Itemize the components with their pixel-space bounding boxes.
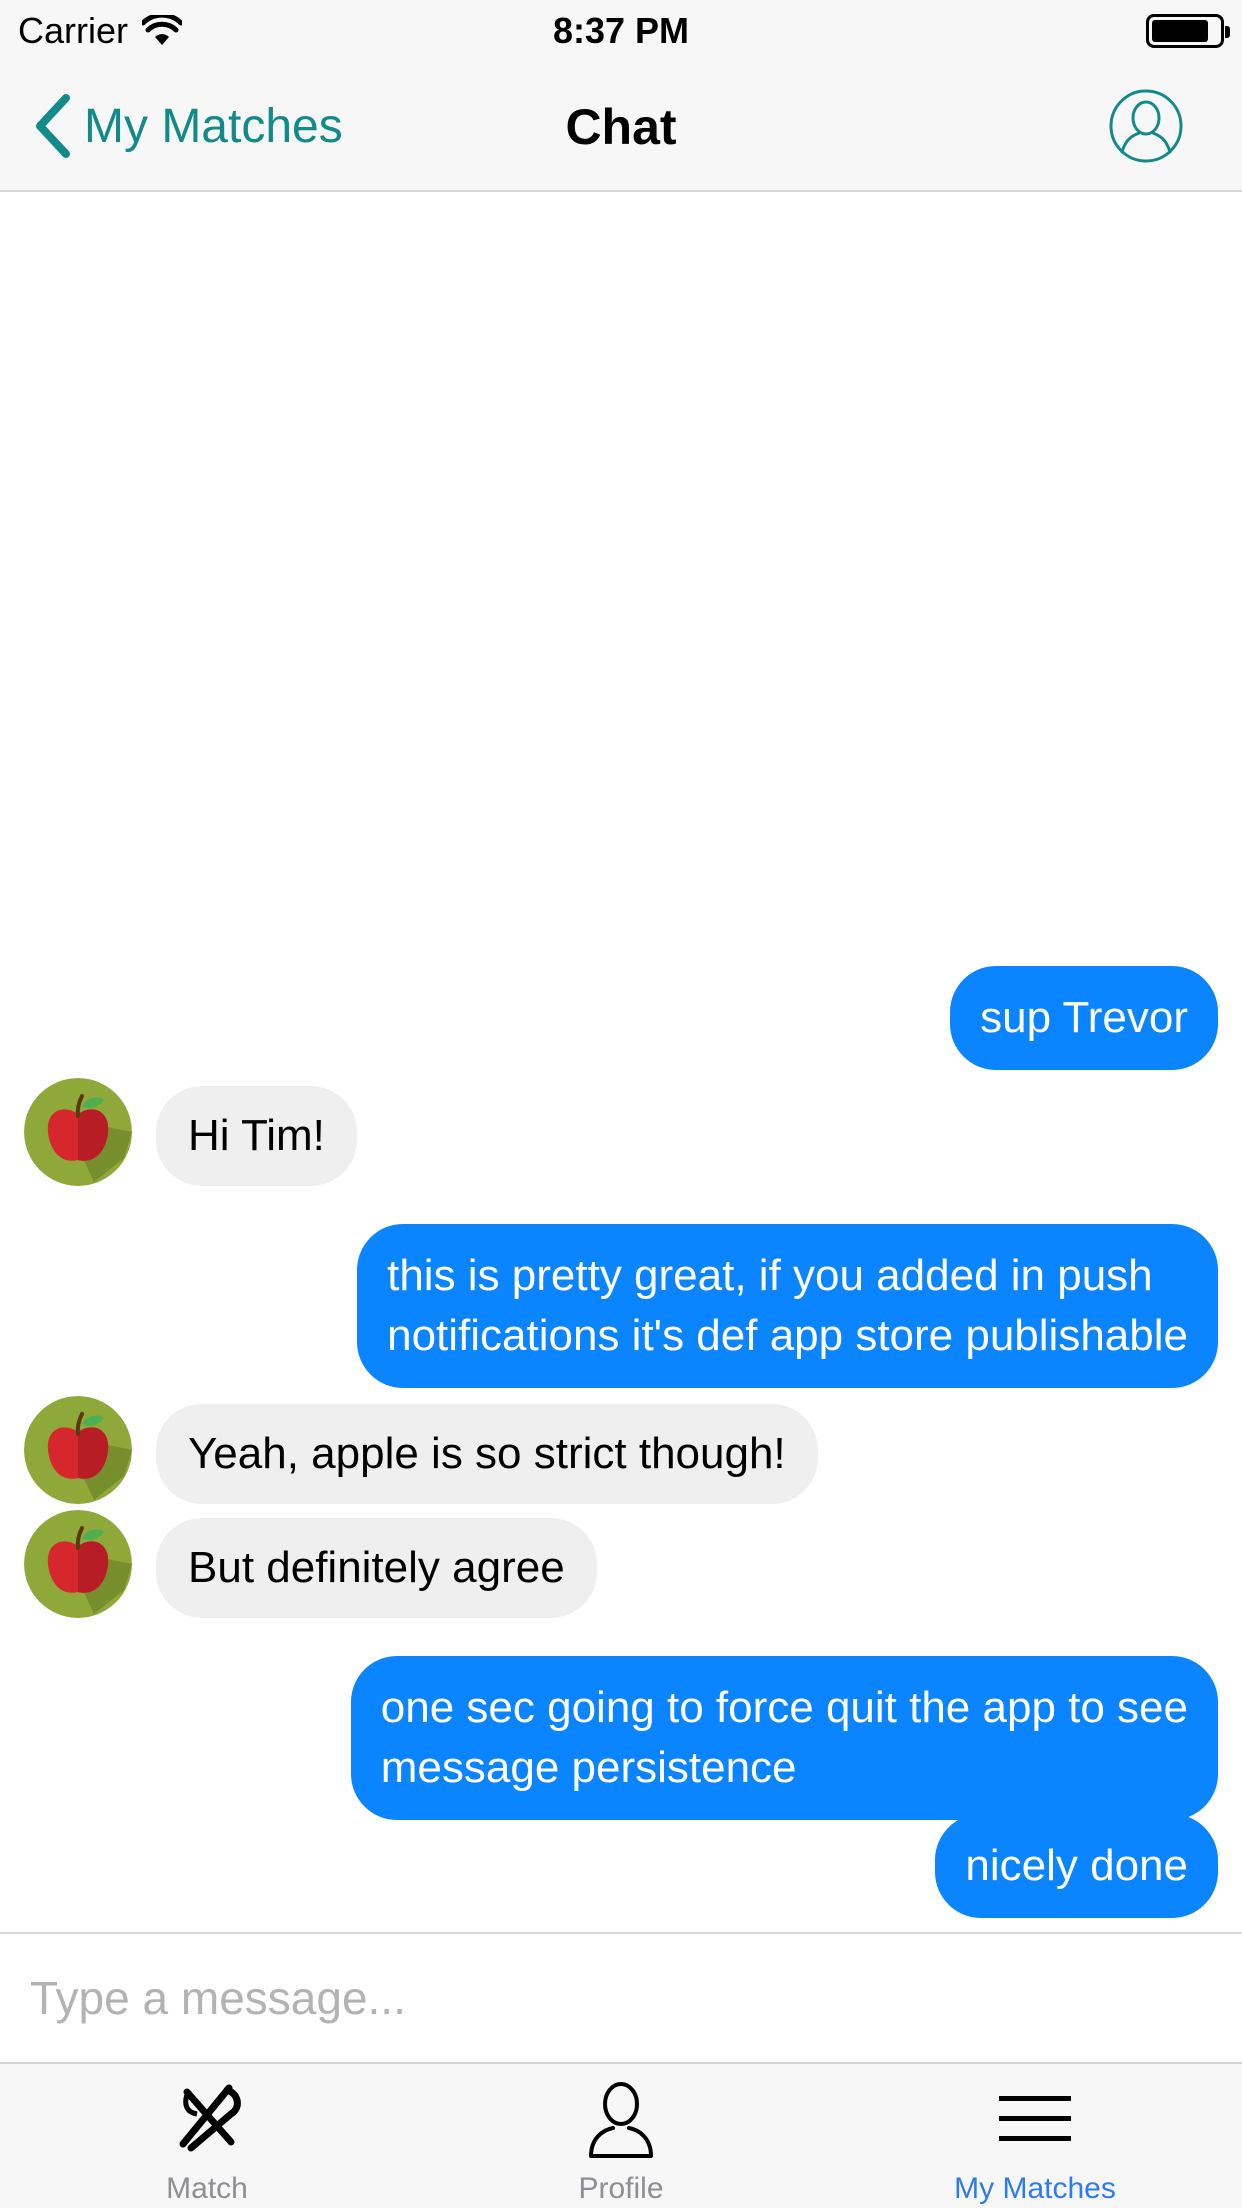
tab-match[interactable]: Match: [0, 2064, 414, 2208]
apple-avatar-icon: [24, 1510, 132, 1618]
user-circle-icon: [1109, 89, 1183, 163]
navigation-bar: My Matches Chat: [0, 60, 1242, 192]
outgoing-message-bubble[interactable]: sup Trevor: [950, 966, 1218, 1070]
apple-avatar-icon: [24, 1396, 132, 1504]
apple-avatar-icon: [24, 1078, 132, 1186]
match-avatar[interactable]: [24, 1510, 132, 1618]
match-avatar[interactable]: [24, 1396, 132, 1504]
match-avatar[interactable]: [24, 1078, 132, 1186]
incoming-message-bubble[interactable]: Hi Tim!: [156, 1086, 357, 1186]
profile-button[interactable]: [1108, 88, 1184, 164]
chat-message-list[interactable]: sup Trevor Hi Tim! this is pretty great,…: [0, 192, 1242, 1932]
message-input[interactable]: [30, 1958, 1210, 2038]
tab-bar: Match Profile My Matches: [0, 2062, 1242, 2208]
list-icon: [999, 2096, 1071, 2141]
status-time: 8:37 PM: [552, 10, 690, 51]
outgoing-message-bubble[interactable]: one sec going to force quit the app to s…: [350, 1656, 1218, 1820]
tab-profile-label: Profile: [578, 2172, 664, 2205]
person-icon: [589, 2082, 653, 2158]
outgoing-message-bubble[interactable]: nicely done: [935, 1814, 1218, 1918]
status-bar: Carrier 8:37 PM: [0, 0, 1242, 60]
incoming-message-bubble[interactable]: Yeah, apple is so strict though!: [156, 1404, 818, 1504]
tab-my-matches-label: My Matches: [954, 2172, 1116, 2205]
incoming-message-bubble[interactable]: But definitely agree: [156, 1518, 597, 1618]
tab-my-matches[interactable]: My Matches: [828, 2064, 1242, 2208]
tab-profile[interactable]: Profile: [414, 2064, 828, 2208]
tab-match-label: Match: [166, 2172, 248, 2205]
page-title: Chat: [565, 99, 677, 155]
message-composer: [0, 1932, 1242, 2062]
outgoing-message-bubble[interactable]: this is pretty great, if you added in pu…: [357, 1224, 1218, 1388]
battery-icon: [1146, 14, 1230, 48]
battery-level: [1152, 20, 1208, 42]
fork-knife-icon: [179, 2084, 241, 2152]
